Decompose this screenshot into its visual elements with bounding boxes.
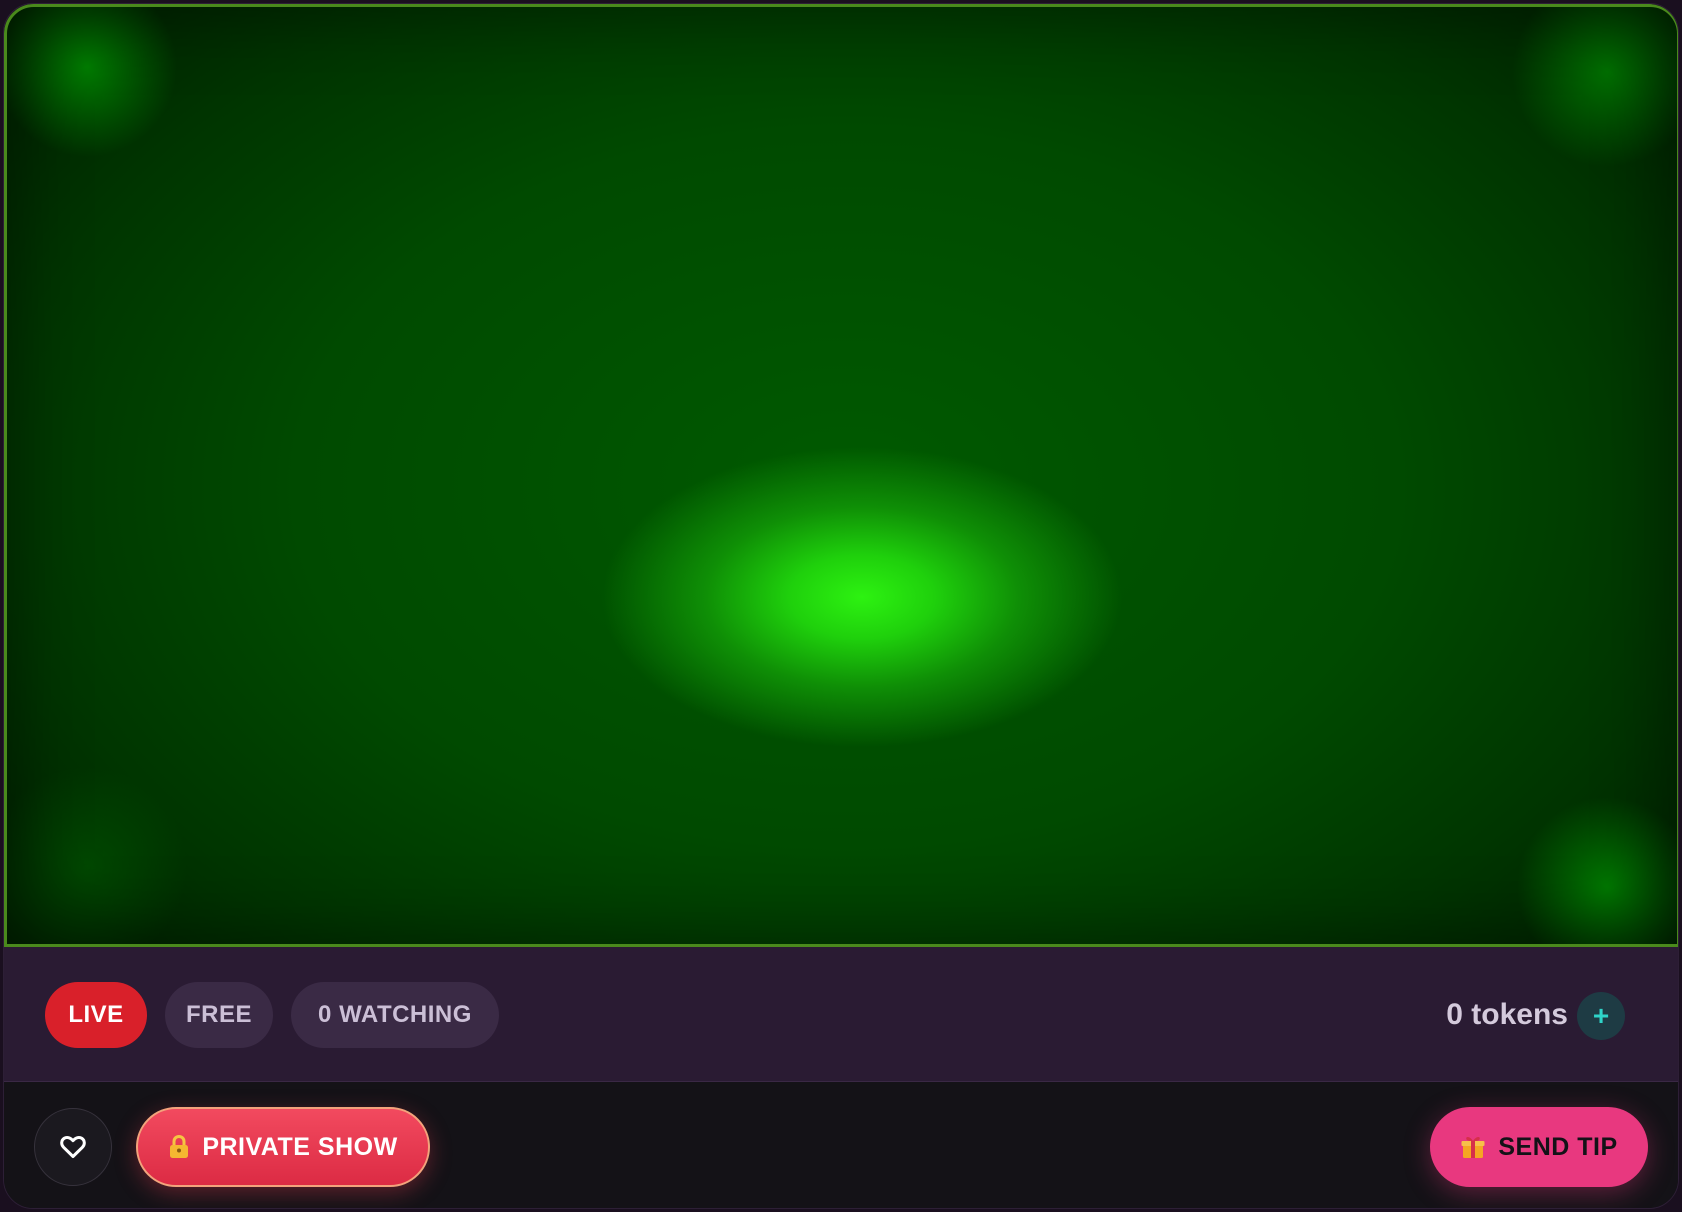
add-tokens-button[interactable]: + (1577, 992, 1625, 1040)
lock-icon (168, 1134, 190, 1160)
plus-icon: + (1592, 1000, 1610, 1031)
send-tip-label: SEND TIP (1498, 1132, 1618, 1161)
favorite-button[interactable] (34, 1108, 112, 1186)
video-vignette (7, 7, 1677, 944)
free-badge: FREE (165, 982, 273, 1048)
live-badge: LIVE (45, 982, 147, 1048)
send-tip-button[interactable]: SEND TIP (1430, 1107, 1648, 1187)
stream-player: LIVE FREE 0 WATCHING 0 tokens + PRIVATE … (3, 3, 1679, 1209)
stream-info-bar: LIVE FREE 0 WATCHING 0 tokens + (4, 947, 1678, 1082)
gift-icon (1460, 1134, 1486, 1160)
token-balance: 0 tokens (1446, 998, 1568, 1031)
private-show-label: PRIVATE SHOW (202, 1132, 398, 1161)
video-feed[interactable] (4, 4, 1678, 947)
private-show-button[interactable]: PRIVATE SHOW (136, 1107, 430, 1187)
heart-icon (60, 1135, 86, 1159)
viewer-count-badge: 0 WATCHING (291, 982, 499, 1048)
action-bar: PRIVATE SHOW SEND TIP (4, 1082, 1678, 1208)
